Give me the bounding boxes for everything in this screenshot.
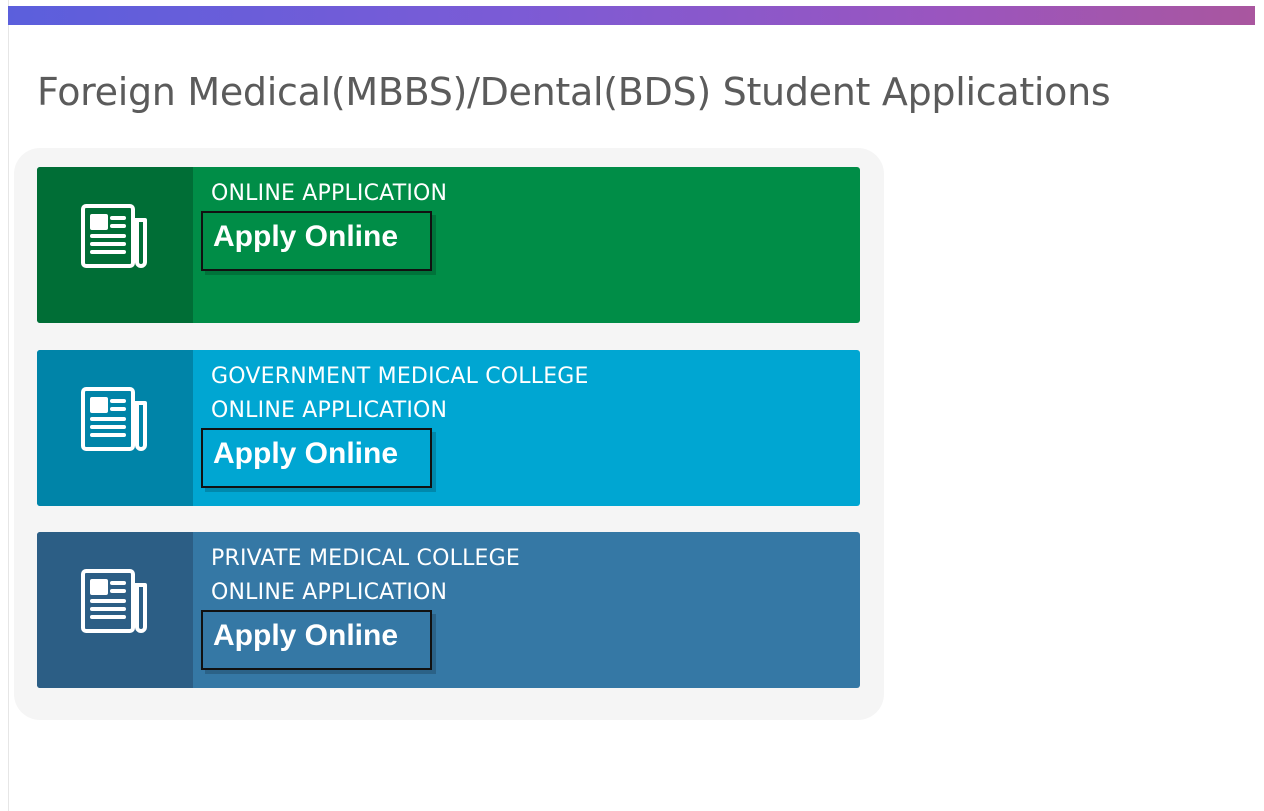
apply-online-button[interactable]: Apply Online: [201, 610, 433, 670]
card-title-line: GOVERNMENT MEDICAL COLLEGE: [211, 364, 589, 389]
card-icon-box: [37, 350, 193, 506]
apply-online-button[interactable]: Apply Online: [201, 428, 433, 488]
card-title-line: ONLINE APPLICATION: [211, 181, 448, 206]
card-content: ONLINE APPLICATION Apply Online: [201, 177, 850, 271]
newspaper-icon: [81, 387, 147, 451]
card-icon-box: [37, 167, 193, 323]
apply-online-button[interactable]: Apply Online: [201, 211, 433, 271]
card-content: PRIVATE MEDICAL COLLEGE ONLINE APPLICATI…: [201, 542, 850, 670]
newspaper-icon: [81, 204, 147, 268]
card-subtitle-line: ONLINE APPLICATION: [211, 398, 448, 423]
card-content: GOVERNMENT MEDICAL COLLEGE ONLINE APPLIC…: [201, 360, 850, 488]
card-icon-box: [37, 532, 193, 688]
private-medical-college-card: PRIVATE MEDICAL COLLEGE ONLINE APPLICATI…: [37, 532, 860, 688]
government-medical-college-card: GOVERNMENT MEDICAL COLLEGE ONLINE APPLIC…: [37, 350, 860, 506]
page-title: Foreign Medical(MBBS)/Dental(BDS) Studen…: [37, 70, 1111, 114]
card-title-line: PRIVATE MEDICAL COLLEGE: [211, 546, 520, 571]
newspaper-icon: [81, 569, 147, 633]
top-accent-bar: [8, 6, 1255, 25]
online-application-card: ONLINE APPLICATION Apply Online: [37, 167, 860, 323]
card-subtitle-line: ONLINE APPLICATION: [211, 580, 448, 605]
